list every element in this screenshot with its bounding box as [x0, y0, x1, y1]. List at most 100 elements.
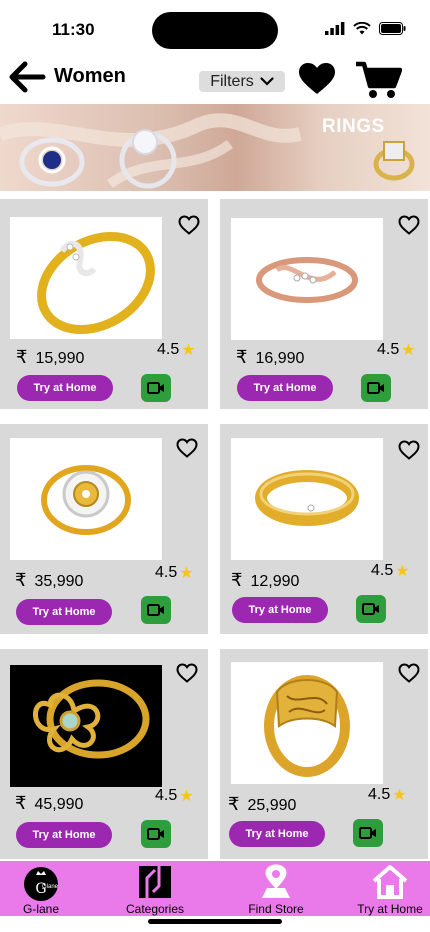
product-card[interactable]: ₹ 35,990 4.5 ★ Try at Home: [0, 424, 208, 634]
video-camera-icon: [362, 603, 379, 615]
try-at-home-button[interactable]: Try at Home: [16, 599, 112, 625]
wishlist-toggle[interactable]: [176, 663, 198, 683]
video-camera-icon: [359, 827, 376, 839]
logo-text: Glane: [42, 884, 59, 890]
gold-ring-image: [37, 231, 155, 335]
product-price: ₹ 15,990: [16, 347, 84, 368]
nav-item-find-store[interactable]: Find Store: [233, 861, 319, 916]
rupee-symbol: ₹: [15, 793, 27, 813]
price-value: 35,990: [34, 573, 84, 590]
video-call-button[interactable]: [141, 374, 171, 402]
video-camera-icon: [147, 382, 164, 394]
star-icon: ★: [395, 563, 410, 580]
home-icon: [372, 865, 408, 899]
product-rating: 4.5 ★: [155, 786, 194, 806]
filters-button[interactable]: Filters: [199, 71, 285, 92]
price-value: 15,990: [35, 350, 85, 367]
wishlist-toggle[interactable]: [176, 438, 198, 458]
product-image: [231, 662, 383, 784]
product-image: [231, 438, 383, 560]
rating-value: 4.5: [157, 341, 180, 358]
nav-label: Categories: [125, 902, 185, 916]
price-value: 25,990: [247, 797, 297, 814]
try-at-home-button[interactable]: Try at Home: [229, 821, 325, 847]
product-image: [10, 217, 162, 339]
product-price: ₹ 12,990: [231, 570, 299, 591]
product-price: ₹ 25,990: [228, 794, 296, 815]
video-call-button[interactable]: [141, 820, 171, 848]
video-call-button[interactable]: [353, 819, 383, 847]
location-pin-icon: [262, 864, 290, 898]
chevron-down-icon: [260, 77, 274, 86]
cellular-signal-icon: [325, 22, 345, 35]
wishlist-toggle[interactable]: [398, 663, 420, 683]
star-icon: ★: [179, 788, 194, 805]
product-card[interactable]: ₹ 16,990 4.5 ★ Try at Home: [220, 199, 428, 409]
product-price: ₹ 16,990: [236, 347, 304, 368]
product-price: ₹ 35,990: [15, 570, 83, 591]
battery-icon: [379, 22, 406, 35]
product-rating: 4.5 ★: [371, 561, 410, 581]
price-value: 45,990: [34, 796, 84, 813]
rating-value: 4.5: [368, 786, 391, 803]
wishlist-toggle[interactable]: [398, 440, 420, 460]
star-icon: ★: [401, 342, 416, 359]
video-call-button[interactable]: [356, 595, 386, 623]
wishlist-toggle[interactable]: [398, 215, 420, 235]
product-rating: 4.5 ★: [155, 563, 194, 583]
heart-outline-icon: [398, 440, 420, 460]
nav-item-g-lane[interactable]: G Glane G-lane: [0, 861, 82, 916]
star-icon: ★: [392, 787, 407, 804]
app-header: Women Filters: [0, 54, 430, 104]
product-rating: 4.5 ★: [368, 785, 407, 805]
try-at-home-button[interactable]: Try at Home: [16, 822, 112, 848]
product-card[interactable]: ₹ 12,990 4.5 ★ Try at Home: [220, 424, 428, 634]
product-rating: 4.5 ★: [377, 340, 416, 360]
diamond-flower-ring-image: [41, 465, 131, 535]
cart-button[interactable]: [354, 60, 403, 100]
wifi-icon: [353, 22, 371, 35]
product-card[interactable]: ₹ 45,990 4.5 ★ Try at Home: [0, 649, 208, 859]
heart-outline-icon: [176, 663, 198, 683]
heart-outline-icon: [176, 438, 198, 458]
video-call-button[interactable]: [361, 374, 391, 402]
nav-item-categories[interactable]: Categories: [114, 861, 196, 916]
gold-band-ring-image: [255, 470, 359, 526]
back-button[interactable]: [8, 60, 46, 94]
product-image: [231, 218, 383, 340]
rating-value: 4.5: [371, 562, 394, 579]
filters-label: Filters: [210, 72, 254, 90]
try-at-home-button[interactable]: Try at Home: [237, 375, 333, 401]
filigree-gold-ring-image: [264, 675, 350, 777]
product-rating: 4.5 ★: [157, 340, 196, 360]
video-call-button[interactable]: [141, 596, 171, 624]
star-icon: ★: [179, 565, 194, 582]
heart-icon: [299, 63, 335, 94]
price-value: 12,990: [250, 573, 300, 590]
heart-outline-icon: [178, 215, 200, 235]
nav-item-try-at-home[interactable]: Try at Home: [350, 861, 430, 916]
product-card[interactable]: ₹ 25,990 4.5 ★ Try at Home: [220, 649, 428, 859]
rupee-symbol: ₹: [15, 570, 27, 590]
wishlist-button[interactable]: [298, 62, 336, 96]
bottom-nav: G Glane G-lane Categories Find Store Try…: [0, 861, 430, 916]
nav-label: G-lane: [22, 902, 60, 916]
video-camera-icon: [147, 604, 164, 616]
try-at-home-button[interactable]: Try at Home: [232, 597, 328, 623]
rupee-symbol: ₹: [231, 570, 243, 590]
rupee-symbol: ₹: [228, 794, 240, 814]
nav-label: Find Store: [248, 902, 304, 916]
product-price: ₹ 45,990: [15, 793, 83, 814]
price-value: 16,990: [255, 350, 305, 367]
rose-gold-ring-image: [256, 257, 358, 303]
status-bar: 11:30: [0, 0, 430, 54]
wishlist-toggle[interactable]: [178, 215, 200, 235]
dynamic-island: [152, 12, 278, 49]
product-card[interactable]: ₹ 15,990 4.5 ★ Try at Home: [0, 199, 208, 409]
rupee-symbol: ₹: [236, 347, 248, 367]
rating-value: 4.5: [155, 787, 178, 804]
category-banner[interactable]: RINGS: [0, 104, 430, 191]
banner-title: RINGS: [322, 116, 385, 137]
rupee-symbol: ₹: [16, 347, 28, 367]
try-at-home-button[interactable]: Try at Home: [17, 375, 113, 401]
